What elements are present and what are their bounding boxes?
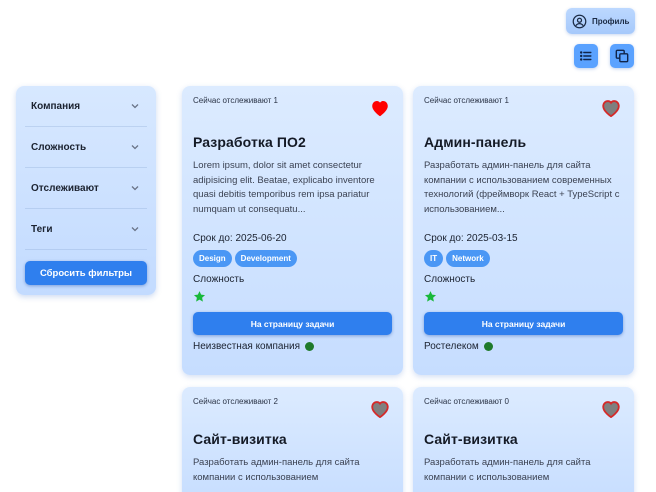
task-description: Разработать админ-панель для сайта компа…	[193, 457, 360, 483]
heart-icon[interactable]	[370, 400, 390, 418]
filter-label: Сложность	[31, 141, 87, 153]
card-view-button[interactable]	[610, 44, 634, 68]
open-task-button[interactable]: На страницу задачи	[424, 312, 623, 335]
tag[interactable]: IT	[424, 250, 444, 267]
watching-count: Сейчас отслеживают 1	[193, 96, 278, 105]
tag-list: IT Network	[424, 250, 623, 267]
watching-count: Сейчас отслеживают 1	[424, 96, 509, 105]
task-card: Сейчас отслеживают 0 Сайт-визитка Разраб…	[413, 387, 634, 492]
profile-button[interactable]: Профиль	[566, 8, 635, 34]
filter-difficulty[interactable]: Сложность	[25, 127, 147, 168]
profile-label: Профиль	[592, 16, 630, 26]
heart-icon[interactable]	[601, 400, 621, 418]
filter-label: Теги	[31, 223, 53, 235]
watching-count: Сейчас отслеживают 2	[193, 397, 278, 406]
task-deadline: Срок до: 2025-06-20	[193, 233, 287, 244]
chevron-down-icon	[131, 145, 139, 150]
task-title: Разработка ПО2	[193, 134, 306, 150]
tasks-page: Профиль Компания Сложность Отслеживают Т…	[0, 0, 656, 492]
chevron-down-icon	[131, 227, 139, 232]
chevron-down-icon	[131, 186, 139, 191]
heart-icon[interactable]	[601, 99, 621, 117]
tag[interactable]: Development	[234, 250, 297, 267]
user-circle-icon	[572, 14, 587, 28]
open-task-button[interactable]: На страницу задачи	[193, 312, 392, 335]
company-status-dot	[483, 342, 493, 351]
difficulty-label: Сложность	[424, 274, 476, 285]
watching-count: Сейчас отслеживают 0	[424, 397, 509, 406]
company-name: Ростелеком	[424, 341, 479, 352]
task-card: Сейчас отслеживают 2 Сайт-визитка Разраб…	[182, 387, 403, 492]
task-title: Админ-панель	[424, 134, 527, 150]
task-deadline: Срок до: 2025-03-15	[424, 233, 518, 244]
company-name: Неизвестная компания	[193, 341, 300, 352]
chevron-down-icon	[131, 104, 139, 109]
task-description: Разработать админ-панель для сайта компа…	[424, 457, 591, 483]
difficulty-label: Сложность	[193, 274, 245, 285]
heart-icon[interactable]	[370, 99, 390, 117]
tag[interactable]: Design	[193, 250, 232, 267]
filter-tags[interactable]: Теги	[25, 209, 147, 250]
star-icon	[193, 291, 206, 302]
list-view-button[interactable]	[574, 44, 598, 68]
task-description: Разработать админ-панель для сайта компа…	[424, 160, 620, 215]
filters-panel: Компания Сложность Отслеживают Теги Сбро…	[16, 86, 156, 295]
task-description: Lorem ipsum, dolor sit amet consectetur …	[193, 160, 375, 215]
tag[interactable]: Network	[446, 250, 490, 267]
company-info: Неизвестная компания	[193, 341, 392, 352]
filter-label: Отслеживают	[31, 182, 99, 194]
task-title: Сайт-визитка	[193, 431, 287, 447]
task-card: Сейчас отслеживают 1 Разработка ПО2 Lore…	[182, 86, 403, 375]
filter-watching[interactable]: Отслеживают	[25, 168, 147, 209]
tag-list: Design Development	[193, 250, 392, 267]
company-info: Ростелеком	[424, 341, 623, 352]
filter-company[interactable]: Компания	[25, 86, 147, 127]
filter-label: Компания	[31, 100, 81, 112]
task-title: Сайт-визитка	[424, 431, 518, 447]
list-icon	[579, 51, 592, 61]
company-status-dot	[305, 342, 314, 351]
reset-filters-button[interactable]: Сбросить фильтры	[25, 261, 147, 285]
copy-icon	[615, 49, 629, 63]
star-icon	[424, 291, 437, 302]
task-card: Сейчас отслеживают 1 Админ-панель Разраб…	[413, 86, 634, 375]
